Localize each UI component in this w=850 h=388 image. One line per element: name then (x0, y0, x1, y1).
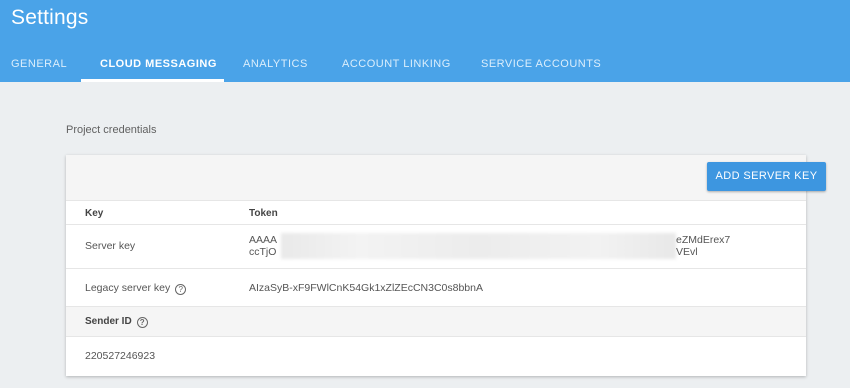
active-tab-indicator (81, 79, 224, 82)
help-icon[interactable]: ? (175, 284, 187, 295)
server-key-token-start-1: AAAA (249, 234, 278, 246)
tab-account-linking[interactable]: ACCOUNT LINKING (342, 47, 451, 82)
sender-id-label: Sender ID (85, 316, 132, 327)
column-header-token: Token (249, 208, 278, 219)
server-key-label: Server key (85, 240, 136, 252)
card-toolbar: ADD SERVER KEY (66, 155, 826, 201)
table-header: Key Token (66, 201, 806, 225)
table-row-server-key: Server key AAAA ccTjO eZMdErex7 VEvl (66, 225, 806, 269)
redacted-token-blur (281, 233, 676, 259)
section-title: Project credentials (66, 124, 157, 136)
table-row-sender-header: Sender ID? (66, 307, 806, 337)
server-key-token-end-1: eZMdErex7 (676, 234, 731, 246)
server-key-token-end-2: VEvl (676, 246, 698, 258)
help-icon[interactable]: ? (136, 317, 148, 328)
credentials-card: ADD SERVER KEY Key Token Server key AAAA… (66, 155, 826, 376)
server-key-token-start-2: ccTjO (249, 246, 277, 258)
table-row-sender-value: 220527246923 (66, 337, 806, 376)
legacy-key-token: AIzaSyB-xF9FWlCnK54Gk1xZlZEcCN3C0s8bbnA (249, 282, 483, 294)
table-row-legacy-key: Legacy server key? AIzaSyB-xF9FWlCnK54Gk… (66, 269, 806, 307)
add-server-key-button[interactable]: ADD SERVER KEY (707, 162, 826, 191)
column-header-key: Key (85, 208, 104, 219)
legacy-key-label-wrap: Legacy server key? (85, 282, 187, 295)
app-header: Settings GENERAL CLOUD MESSAGING ANALYTI… (0, 0, 850, 82)
legacy-key-label: Legacy server key (85, 282, 171, 294)
page-title: Settings (11, 6, 89, 29)
tab-cloud-messaging[interactable]: CLOUD MESSAGING (100, 47, 217, 82)
sender-id-label-wrap: Sender ID? (85, 316, 148, 328)
tab-service-accounts[interactable]: SERVICE ACCOUNTS (481, 47, 601, 82)
settings-tabs: GENERAL CLOUD MESSAGING ANALYTICS ACCOUN… (0, 47, 850, 82)
tab-general[interactable]: GENERAL (11, 47, 67, 82)
tab-analytics[interactable]: ANALYTICS (243, 47, 308, 82)
sender-id-value: 220527246923 (85, 350, 156, 362)
